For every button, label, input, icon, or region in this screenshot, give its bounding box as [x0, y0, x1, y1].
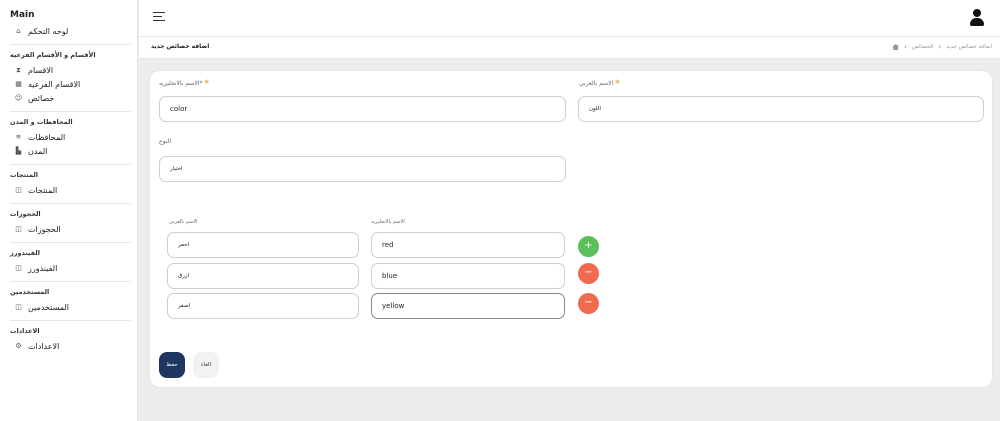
sidebar-main-label: Main — [10, 10, 35, 20]
breadcrumb-item[interactable]: الخصائص — [912, 44, 933, 50]
options-ar-header: الاسم بالعربي — [169, 219, 198, 225]
option-en-input[interactable]: blue — [371, 263, 565, 289]
sidebar: Main ⌂ لوحه التحكم الأقسام و الأقسام الف… — [0, 0, 138, 421]
sidebar-item-attributes[interactable]: ☺ خصائص — [10, 91, 131, 105]
sidebar-item-label: المدن — [28, 146, 48, 156]
option-ar-input[interactable]: احمر — [167, 232, 359, 258]
sidebar-item-bookings[interactable]: ◫ الحجوزات — [10, 222, 131, 236]
sidebar-item-governorates[interactable]: ≋ المحافظات — [10, 130, 131, 144]
user-avatar-icon[interactable] — [970, 9, 984, 27]
home-icon[interactable] — [892, 44, 900, 50]
name-en-input[interactable]: color — [159, 96, 566, 122]
option-en-input[interactable]: yellow — [371, 293, 565, 319]
attribute-form-card: الاسم بالانجليزيه* * color الاسم بالعربي… — [150, 71, 992, 387]
remove-option-button[interactable]: − — [578, 293, 599, 314]
breadcrumb-item: اضافه خصائص جديد — [946, 44, 992, 50]
breadcrumb-bar: اضافه خصائص جديد ‹ الخصائص ‹ اضافه خصائص… — [139, 37, 1000, 59]
bookmark-icon: ◫ — [15, 225, 22, 233]
option-ar-input[interactable]: ازرق — [167, 263, 359, 289]
name-ar-label: الاسم بالعربي * — [579, 79, 620, 89]
sidebar-group-title: المحافظات و المدن — [10, 118, 73, 126]
sidebar-group-settings: الاعدادات ⚙ الاعدادات — [10, 327, 131, 359]
save-button[interactable]: حفظ — [159, 352, 185, 378]
sidebar-group-locations: المحافظات و المدن ≋ المحافظات ▙ المدن — [10, 118, 131, 165]
sidebar-item-label: خصائص — [28, 93, 55, 103]
name-ar-input[interactable]: اللون — [578, 96, 984, 122]
sidebar-group-title: الاعدادات — [10, 327, 40, 335]
sidebar-item-label: الاقسام — [28, 65, 54, 75]
sidebar-group-title: الأقسام و الأقسام الفرعيه — [10, 51, 96, 59]
top-bar — [139, 0, 1000, 37]
hourglass-icon: ⧗ — [16, 65, 21, 74]
sidebar-item-users[interactable]: ◫ المستخدمين — [10, 300, 131, 314]
sidebar-item-settings[interactable]: ⚙ الاعدادات — [10, 339, 131, 353]
sidebar-item-dashboard[interactable]: ⌂ لوحه التحكم — [10, 24, 131, 38]
sidebar-item-cities[interactable]: ▙ المدن — [10, 144, 131, 158]
sidebar-group-title: الفيندورز — [10, 249, 40, 257]
sidebar-item-label: الحجوزات — [28, 224, 61, 234]
chevron-left-icon: ‹ — [904, 43, 907, 51]
sidebar-group-categories: الأقسام و الأقسام الفرعيه ⧗ الاقسام ▦ ال… — [10, 51, 131, 112]
sidebar-item-label: المحافظات — [28, 132, 66, 142]
sidebar-item-label: الاعدادات — [28, 341, 60, 351]
remove-option-button[interactable]: − — [578, 263, 599, 284]
sidebar-item-subcategories[interactable]: ▦ الاقسام الفرعيه — [10, 77, 131, 91]
chevron-left-icon: ‹ — [938, 43, 942, 51]
option-en-input[interactable]: red — [371, 232, 565, 258]
buildings-icon: ▙ — [15, 147, 22, 155]
sidebar-group-users: المستخدمين ◫ المستخدمين — [10, 288, 131, 321]
gear-icon: ⚙ — [15, 342, 22, 350]
layers-icon: ≋ — [15, 133, 22, 141]
sidebar-item-label: المستخدمين — [28, 302, 69, 312]
bookmark-icon: ◫ — [15, 186, 22, 194]
required-star: * — [204, 79, 210, 89]
sidebar-group-title: المستخدمين — [10, 288, 50, 296]
sidebar-item-label: المنتجات — [28, 185, 58, 195]
breadcrumb: ‹ الخصائص ‹ اضافه خصائص جديد — [892, 43, 992, 51]
options-en-header: الاسم بالانجليزيه — [371, 219, 405, 225]
smile-icon: ☺ — [14, 94, 23, 102]
sidebar-item-label: الاقسام الفرعيه — [28, 79, 81, 89]
type-select[interactable]: اختيار — [159, 156, 566, 182]
sidebar-item-products[interactable]: ◫ المنتجات — [10, 183, 131, 197]
sidebar-group-title: المنتجات — [10, 171, 38, 179]
sidebar-group-bookings: الحجوزات ◫ الحجوزات — [10, 210, 131, 243]
sidebar-item-label: الفيندورز — [28, 263, 58, 273]
calendar-icon: ▦ — [15, 80, 22, 88]
bookmark-icon: ◫ — [15, 264, 22, 272]
menu-toggle-icon[interactable] — [153, 12, 165, 22]
bookmark-icon: ◫ — [15, 303, 22, 311]
sidebar-item-categories[interactable]: ⧗ الاقسام — [10, 63, 131, 77]
option-ar-input[interactable]: اصفر — [167, 293, 359, 319]
name-en-label: الاسم بالانجليزيه* * — [159, 79, 210, 89]
sidebar-group-dashboard: ⌂ لوحه التحكم — [10, 24, 131, 45]
sidebar-group-title: الحجوزات — [10, 210, 41, 218]
add-option-button[interactable]: + — [578, 236, 599, 257]
cancel-button[interactable]: الغاء — [193, 352, 219, 378]
sidebar-item-vendors[interactable]: ◫ الفيندورز — [10, 261, 131, 275]
required-star: * — [615, 79, 620, 89]
type-label: النوع — [159, 138, 171, 145]
sidebar-group-vendors: الفيندورز ◫ الفيندورز — [10, 249, 131, 282]
sidebar-item-label: لوحه التحكم — [28, 26, 69, 36]
home-icon: ⌂ — [16, 27, 21, 35]
page-title: اضافه خصائص جديد — [151, 43, 210, 50]
sidebar-group-products: المنتجات ◫ المنتجات — [10, 171, 131, 204]
